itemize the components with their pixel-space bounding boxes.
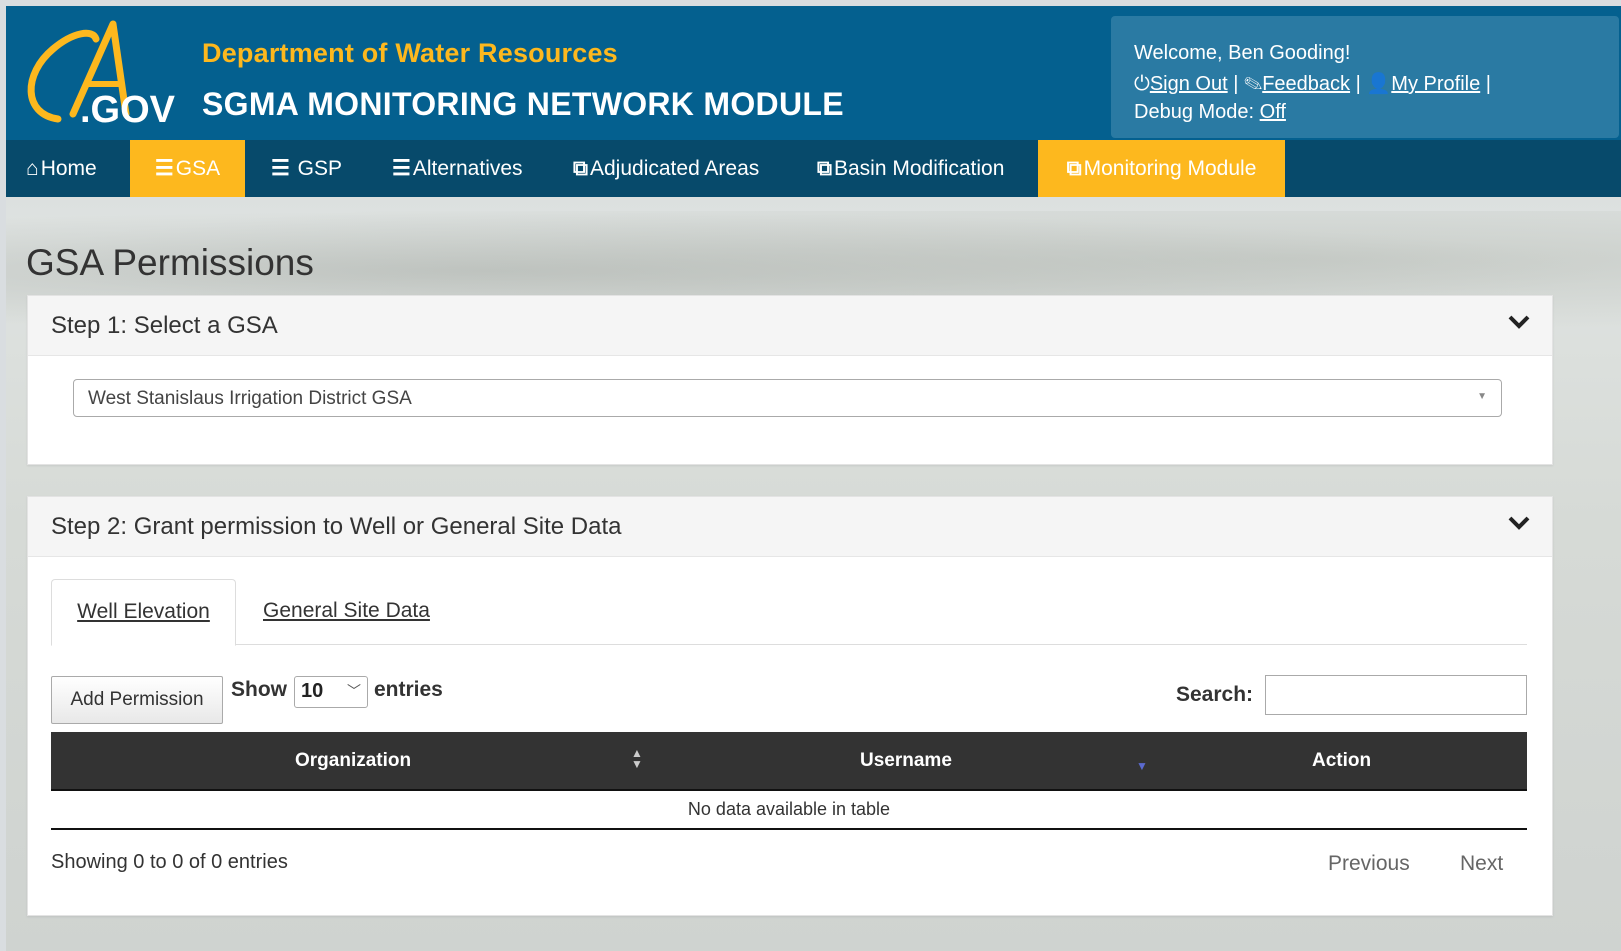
nav-gsp[interactable]: ☰ GSP — [271, 140, 342, 197]
previous-button[interactable]: Previous — [1328, 852, 1410, 876]
menu-icon: ☰ — [392, 157, 411, 180]
external-link-icon: ⧉ — [573, 157, 588, 180]
menu-icon: ☰ — [154, 157, 174, 180]
dropdown-arrow-icon: ▼ — [1477, 391, 1487, 402]
chevron-down-icon[interactable] — [1508, 314, 1530, 330]
sort-icon[interactable]: ▲ ▼ — [631, 747, 643, 770]
my-profile-link[interactable]: My Profile — [1391, 73, 1480, 95]
page-title: GSA Permissions — [26, 242, 314, 283]
data-tabs: Well Elevation General Site Data — [51, 579, 1527, 646]
empty-table-row: No data available in table — [51, 791, 1527, 830]
nav-home[interactable]: ⌂Home — [26, 140, 136, 197]
column-organization[interactable]: Organization — [295, 750, 411, 772]
table-info: Showing 0 to 0 of 0 entries — [51, 851, 288, 873]
search-input[interactable] — [1265, 675, 1527, 715]
add-permission-button[interactable]: Add Permission — [51, 676, 223, 724]
nav-gsa[interactable]: ☰GSA — [130, 140, 245, 197]
nav-alternatives[interactable]: ☰Alternatives — [392, 140, 523, 197]
nav-monitoring-module[interactable]: ⧉Monitoring Module — [1038, 140, 1285, 197]
step1-panel: Step 1: Select a GSA West Stanislaus Irr… — [27, 295, 1553, 465]
menu-icon: ☰ — [271, 157, 290, 180]
step2-header[interactable]: Step 2: Grant permission to Well or Gene… — [28, 497, 1552, 557]
table-header: Organization ▲ ▼ Username ▼ Action — [51, 732, 1527, 791]
column-action: Action — [1312, 750, 1372, 771]
page-length-select[interactable]: 10 ﹀ — [294, 676, 368, 708]
user-icon: 👤 — [1366, 73, 1392, 95]
step1-title: Step 1: Select a GSA — [51, 312, 278, 339]
user-panel: Welcome, Ben Gooding! ⏻Sign Out | ✎Feedb… — [1111, 16, 1619, 138]
nav-adjudicated-areas[interactable]: ⧉Adjudicated Areas — [573, 140, 759, 197]
chevron-down-icon: ﹀ — [347, 683, 361, 699]
gsa-select[interactable]: West Stanislaus Irrigation District GSA … — [73, 379, 1502, 417]
department-name: Department of Water Resources — [202, 38, 618, 68]
chevron-down-icon[interactable] — [1508, 515, 1530, 531]
step2-title: Step 2: Grant permission to Well or Gene… — [51, 513, 622, 540]
edit-icon: ✎ — [1243, 73, 1263, 95]
debug-mode: Debug Mode: Off — [1134, 101, 1286, 124]
feedback-link[interactable]: Feedback — [1262, 73, 1350, 95]
svg-text:.GOV: .GOV — [80, 89, 176, 131]
external-link-icon: ⧉ — [1066, 157, 1082, 180]
entries-label: entries — [374, 678, 443, 701]
column-username[interactable]: Username — [860, 750, 952, 772]
search-label: Search: — [1176, 683, 1254, 706]
site-header: .GOV Department of Water Resources SGMA … — [6, 6, 1621, 140]
welcome-text: Welcome, Ben Gooding! — [1134, 42, 1351, 64]
external-link-icon: ⧉ — [817, 157, 832, 180]
next-button[interactable]: Next — [1460, 852, 1503, 876]
ca-gov-logo[interactable]: .GOV — [18, 14, 178, 134]
user-links: ⏻Sign Out | ✎Feedback | 👤My Profile | — [1134, 73, 1491, 95]
debug-toggle[interactable]: Off — [1260, 101, 1286, 123]
power-icon: ⏻ — [1134, 73, 1150, 95]
tab-well-elevation[interactable]: Well Elevation — [51, 579, 236, 646]
nav-basin-modification[interactable]: ⧉Basin Modification — [817, 140, 1004, 197]
step2-panel: Step 2: Grant permission to Well or Gene… — [27, 496, 1553, 916]
tab-general-site-data[interactable]: General Site Data — [263, 579, 430, 643]
sign-out-link[interactable]: Sign Out — [1150, 73, 1228, 95]
step1-header[interactable]: Step 1: Select a GSA — [28, 296, 1552, 356]
sort-desc-icon[interactable]: ▼ — [1136, 759, 1148, 773]
show-label: Show — [231, 678, 287, 701]
app-window: .GOV Department of Water Resources SGMA … — [6, 6, 1621, 951]
home-icon: ⌂ — [26, 157, 39, 180]
gsa-select-value: West Stanislaus Irrigation District GSA — [88, 388, 412, 409]
app-title: SGMA MONITORING NETWORK MODULE — [202, 86, 844, 122]
debug-label: Debug Mode: — [1134, 101, 1255, 123]
main-nav: ⌂Home ☰GSA ☰ GSP ☰Alternatives ⧉Adjudica… — [6, 140, 1621, 197]
